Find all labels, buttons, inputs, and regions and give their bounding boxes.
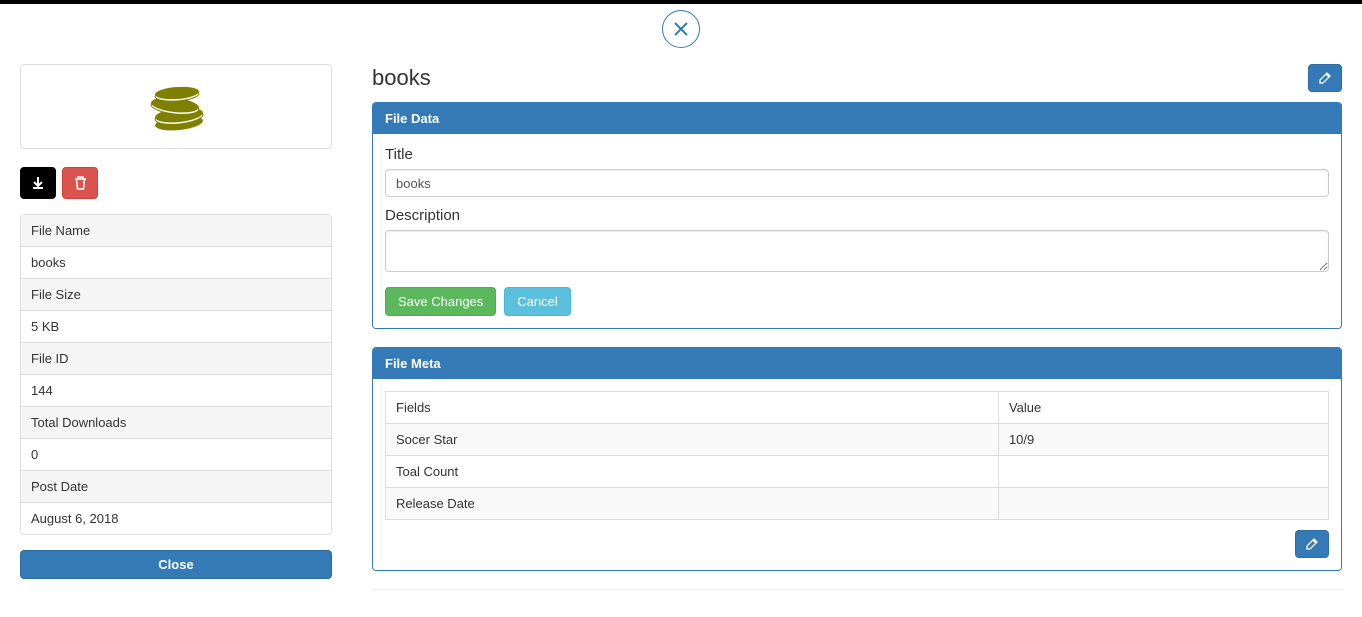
divider [372, 589, 1342, 590]
edit-top-button[interactable] [1308, 64, 1342, 92]
close-button[interactable]: Close [20, 550, 332, 579]
file-data-panel: File Data Title Description Save Changes… [372, 102, 1342, 329]
info-label: File Name [21, 215, 331, 247]
description-label: Description [385, 207, 1329, 224]
info-label: Total Downloads [21, 407, 331, 439]
info-value: August 6, 2018 [21, 503, 331, 534]
download-button[interactable] [20, 167, 56, 199]
meta-field: Toal Count [386, 456, 999, 488]
meta-col-value: Value [998, 392, 1328, 424]
info-value: books [21, 247, 331, 279]
meta-value [998, 488, 1328, 520]
table-row: Socer Star 10/9 [386, 424, 1329, 456]
meta-value [998, 456, 1328, 488]
panel-header: File Meta [373, 348, 1341, 379]
sidebar: File Name books File Size 5 KB File ID 1… [20, 64, 332, 597]
table-row: Toal Count [386, 456, 1329, 488]
main-content: books File Data Title Description Save C… [372, 64, 1342, 597]
file-meta-panel: File Meta Fields Value Socer Star 10/9 [372, 347, 1342, 571]
meta-field: Socer Star [386, 424, 999, 456]
meta-value: 10/9 [998, 424, 1328, 456]
trash-icon [74, 176, 87, 190]
info-value: 144 [21, 375, 331, 407]
info-label: File Size [21, 279, 331, 311]
meta-col-fields: Fields [386, 392, 999, 424]
save-button[interactable]: Save Changes [385, 287, 496, 316]
page-title: books [372, 65, 431, 91]
meta-table: Fields Value Socer Star 10/9 Toal Count [385, 391, 1329, 520]
delete-button[interactable] [62, 167, 98, 199]
books-icon [141, 79, 211, 134]
description-textarea[interactable] [385, 230, 1329, 272]
info-label: Post Date [21, 471, 331, 503]
modal-close-button[interactable] [662, 10, 700, 48]
edit-meta-button[interactable] [1295, 530, 1329, 558]
cancel-button[interactable]: Cancel [504, 287, 570, 316]
download-icon [31, 176, 45, 190]
title-label: Title [385, 146, 1329, 163]
panel-header: File Data [373, 103, 1341, 134]
table-row: Release Date [386, 488, 1329, 520]
info-value: 0 [21, 439, 331, 471]
close-icon [674, 22, 688, 36]
pencil-icon [1305, 537, 1319, 551]
title-input[interactable] [385, 169, 1329, 197]
file-info-table: File Name books File Size 5 KB File ID 1… [20, 214, 332, 535]
file-preview [20, 64, 332, 149]
meta-field: Release Date [386, 488, 999, 520]
pencil-icon [1318, 71, 1332, 85]
info-label: File ID [21, 343, 331, 375]
info-value: 5 KB [21, 311, 331, 343]
